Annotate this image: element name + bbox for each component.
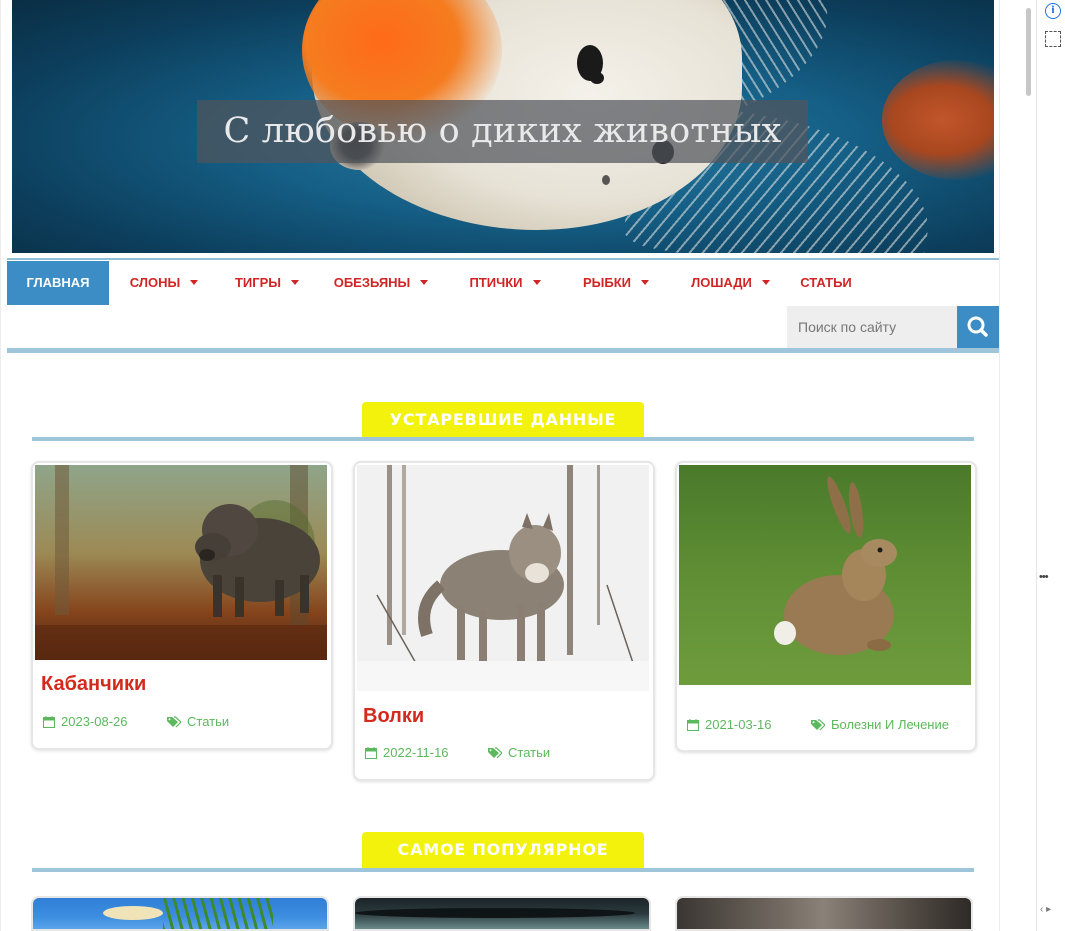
nav-item[interactable]: Рыбки [563,261,669,305]
article-title[interactable]: Кабанчики [41,673,146,696]
nav-item-label: Главная [26,275,90,290]
caret-down-icon [190,280,199,285]
article-category[interactable]: Статьи [488,745,550,762]
date-text: 2022-11-16 [383,745,449,760]
popular-card[interactable] [675,896,973,931]
calendar-icon [365,747,377,762]
calendar-icon [687,719,699,734]
category-text[interactable]: Болезни И Лечение [831,717,949,732]
date-text: 2021-03-16 [705,717,772,732]
caret-down-icon [291,280,300,285]
article-category[interactable]: Болезни И Лечение [811,717,949,734]
tags-icon [811,719,826,734]
fish-spot [590,72,604,84]
category-text[interactable]: Статьи [508,745,550,760]
article-card[interactable]: 2021-03-16 Болезни И Лечение [675,461,977,752]
caret-down-icon [761,280,770,285]
wolf-photo[interactable] [357,465,649,691]
nav-item[interactable]: Слоны [109,261,219,305]
category-text[interactable]: Статьи [187,714,229,729]
caret-down-icon [420,280,429,285]
left-border [0,0,1,931]
article-card[interactable]: Волки 2022-11-16 Статьи [353,461,655,781]
calendar-icon [43,716,55,731]
page-scrollbar[interactable] [1022,0,1034,931]
site-container: С любовью о диких животных Главная Слоны Т… [0,0,1000,931]
article-title[interactable]: Волки [363,705,424,728]
scroll-arrows-icon[interactable]: ‹ ▸ [1040,904,1051,915]
nav-bottom-border [7,348,999,353]
caret-down-icon [641,280,650,285]
right-border [999,0,1000,931]
element-picker-icon[interactable] [1045,31,1061,47]
nav-item[interactable]: Тигры [219,261,315,305]
nav-item[interactable]: Птички [447,261,563,305]
hare-photo[interactable] [679,465,971,685]
background-fish [882,60,994,180]
nav-item-label: Птички [469,275,523,290]
tags-icon [167,716,182,731]
article-date: 2023-08-26 [43,714,128,731]
more-icon[interactable]: ••• [1039,571,1049,583]
popular-card[interactable] [31,896,329,931]
nav-top-border [7,258,999,260]
article-category[interactable]: Статьи [167,714,229,731]
animal-fur-photo[interactable] [677,898,971,929]
caret-down-icon [532,280,541,285]
nav-item[interactable]: Статьи [792,261,860,305]
nav-item-label: Обезьяны [333,275,411,290]
info-icon[interactable]: i [1045,3,1061,19]
nav-item[interactable]: Обезьяны [315,261,447,305]
section-title-popular: САМОЕ ПОПУЛЯРНОЕ [362,832,644,868]
search-button[interactable] [957,306,999,348]
tags-icon [488,747,503,762]
search-icon [967,316,988,337]
nav-item[interactable]: Лошади [669,261,792,305]
article-date: 2021-03-16 [687,717,772,734]
nav-item-label: Рыбки [582,275,632,290]
nav-item[interactable]: Главная [7,261,109,305]
nav-item-label: Слоны [129,275,181,290]
popular-card[interactable] [353,896,651,931]
section-title-outdated: УСТАРЕВШИЕ ДАННЫЕ [362,402,644,438]
scrollbar-thumb[interactable] [1026,8,1031,96]
nav-item-label: Статьи [800,275,852,290]
nav-item-label: Тигры [234,275,282,290]
date-text: 2023-08-26 [61,714,128,729]
devtools-side-strip [1036,0,1065,931]
wild-boar-photo[interactable] [35,465,327,660]
article-card[interactable]: Кабанчики 2023-08-26 Статьи [31,461,333,750]
aquarium-fish-photo[interactable] [33,898,327,929]
section-divider [32,437,974,441]
site-title[interactable]: С любовью о диких животных [197,100,808,163]
dark-fish-photo[interactable] [355,898,649,929]
fish-spot [602,175,610,185]
search-input[interactable] [787,306,957,348]
article-date: 2022-11-16 [365,745,449,762]
header-banner: С любовью о диких животных [12,0,994,253]
nav-item-label: Лошади [691,275,752,290]
section-divider [32,868,974,872]
